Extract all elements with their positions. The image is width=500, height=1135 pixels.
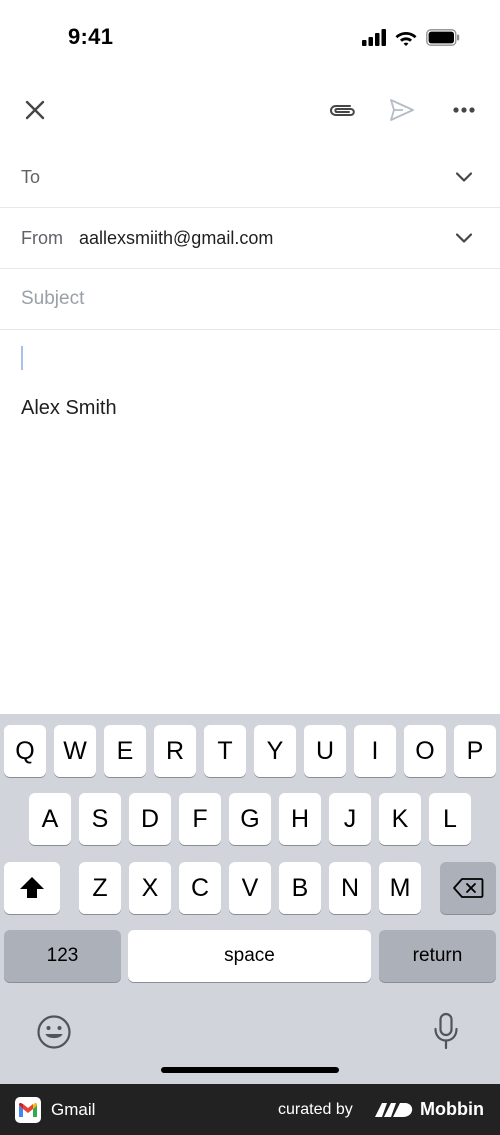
subject-field[interactable]: Subject — [0, 269, 500, 330]
to-label: To — [21, 166, 41, 187]
shift-icon — [20, 877, 44, 898]
numbers-key[interactable]: 123 — [4, 930, 121, 982]
key-i[interactable]: I — [354, 725, 396, 777]
signature: Alex Smith — [21, 397, 117, 419]
text-cursor — [21, 346, 23, 370]
key-c[interactable]: C — [179, 862, 221, 914]
chevron-down-icon[interactable] — [452, 165, 476, 189]
space-key[interactable]: space — [128, 930, 371, 982]
emoji-button[interactable] — [36, 1014, 72, 1050]
footer-app-name: Gmail — [51, 1100, 96, 1119]
message-body[interactable]: Alex Smith — [0, 331, 500, 714]
return-key[interactable]: return — [379, 930, 496, 982]
wifi-icon — [395, 31, 417, 46]
status-icons — [362, 27, 460, 47]
mobbin-brand: Mobbin — [420, 1099, 484, 1119]
key-t[interactable]: T — [204, 725, 246, 777]
key-w[interactable]: W — [54, 725, 96, 777]
dictation-button[interactable] — [432, 1012, 460, 1052]
key-g[interactable]: G — [229, 793, 271, 845]
gmail-logo-icon — [15, 1097, 41, 1123]
key-a[interactable]: A — [29, 793, 71, 845]
key-d[interactable]: D — [129, 793, 171, 845]
key-l[interactable]: L — [429, 793, 471, 845]
battery-icon — [426, 28, 460, 46]
key-h[interactable]: H — [279, 793, 321, 845]
key-n[interactable]: N — [329, 862, 371, 914]
key-y[interactable]: Y — [254, 725, 296, 777]
more-options-button[interactable] — [444, 90, 484, 130]
key-p[interactable]: P — [454, 725, 496, 777]
send-button[interactable] — [382, 90, 422, 130]
key-e[interactable]: E — [104, 725, 146, 777]
to-field[interactable]: To — [0, 147, 500, 208]
key-j[interactable]: J — [329, 793, 371, 845]
microphone-icon — [434, 1012, 458, 1050]
paperclip-icon — [329, 105, 355, 116]
more-horizontal-icon — [453, 107, 475, 113]
keyboard: QWERTYUIOP ASDFGHJKL ZXCVBNM 123 space r… — [0, 714, 500, 1084]
key-z[interactable]: Z — [79, 862, 121, 914]
key-u[interactable]: U — [304, 725, 346, 777]
close-button[interactable] — [15, 90, 55, 130]
mobbin-logo-icon — [375, 1103, 413, 1117]
chevron-down-icon[interactable] — [452, 226, 476, 250]
key-v[interactable]: V — [229, 862, 271, 914]
key-o[interactable]: O — [404, 725, 446, 777]
backspace-icon — [453, 878, 484, 898]
subject-placeholder: Subject — [21, 288, 85, 309]
key-m[interactable]: M — [379, 862, 421, 914]
from-label: From — [21, 227, 63, 248]
curated-by-text: curated by — [278, 1101, 353, 1118]
key-x[interactable]: X — [129, 862, 171, 914]
key-s[interactable]: S — [79, 793, 121, 845]
status-bar: 9:41 — [0, 0, 500, 72]
home-indicator — [161, 1067, 339, 1073]
shift-key[interactable] — [4, 862, 60, 914]
key-q[interactable]: Q — [4, 725, 46, 777]
send-icon — [390, 99, 414, 121]
attach-button[interactable] — [322, 90, 362, 130]
emoji-icon — [37, 1015, 71, 1049]
from-address: aallexsmiith@gmail.com — [79, 227, 274, 248]
key-r[interactable]: R — [154, 725, 196, 777]
key-f[interactable]: F — [179, 793, 221, 845]
status-time: 9:41 — [68, 24, 114, 49]
cellular-signal-icon — [362, 28, 386, 46]
from-field[interactable]: From aallexsmiith@gmail.com — [0, 208, 500, 269]
key-k[interactable]: K — [379, 793, 421, 845]
key-b[interactable]: B — [279, 862, 321, 914]
delete-key[interactable] — [440, 862, 496, 914]
close-icon — [25, 100, 45, 120]
footer-bar: Gmail curated by Mobbin — [0, 1084, 500, 1135]
compose-toolbar — [0, 82, 500, 138]
